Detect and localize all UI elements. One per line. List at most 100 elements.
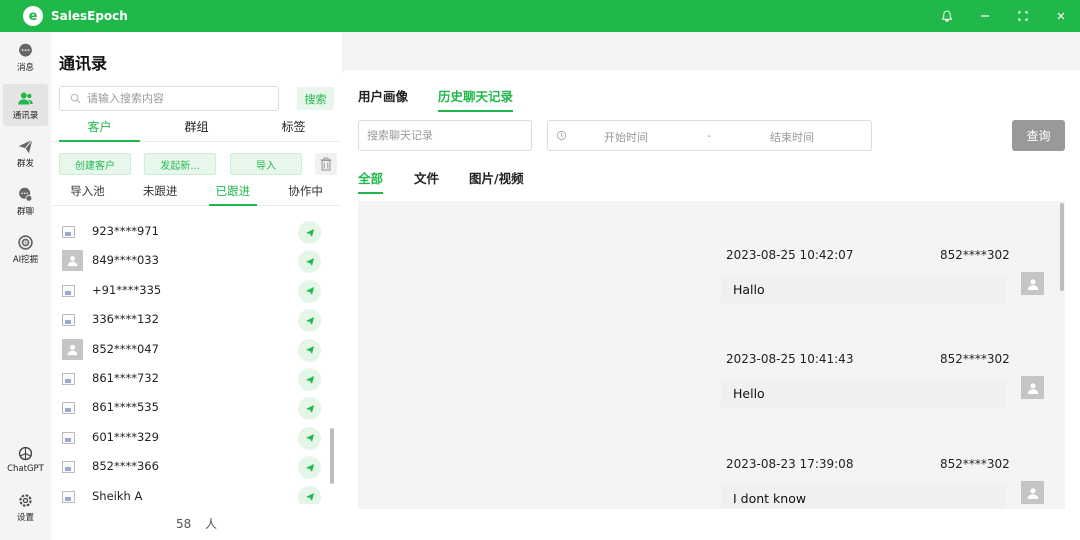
contact-name: 923****971: [92, 224, 159, 238]
nav-item-messages[interactable]: 消息: [3, 36, 48, 78]
contact-search-box[interactable]: [59, 86, 279, 111]
avatar: [62, 338, 83, 360]
clock-icon: [556, 130, 567, 141]
minimize-button[interactable]: [966, 0, 1004, 32]
nav-item-ai-mining[interactable]: AI挖掘: [3, 228, 48, 270]
avatar: [62, 226, 75, 238]
message-time: 2023-08-25 10:41:43: [726, 352, 854, 366]
tab-followed[interactable]: 已跟进: [197, 180, 270, 206]
contact-search-input[interactable]: [87, 92, 267, 105]
chat-history-panel: 用户画像 历史聊天记录 开始时间 - 结束时间 查询 全部 文件 图片/视频 2…: [342, 70, 1080, 540]
send-button[interactable]: [298, 279, 321, 303]
delete-button[interactable]: [315, 153, 337, 175]
send-button[interactable]: [298, 221, 321, 244]
tab-customers[interactable]: 客户: [51, 116, 148, 142]
message-sender: 852****302: [940, 352, 1010, 366]
contact-name: +91****335: [92, 282, 162, 297]
send-button[interactable]: [298, 250, 321, 274]
list-item[interactable]: +91****335: [51, 277, 331, 306]
close-button[interactable]: [1042, 0, 1080, 32]
start-date-input[interactable]: 开始时间: [604, 129, 648, 145]
contact-count: 58 人: [51, 515, 342, 532]
filter-media[interactable]: 图片/视频: [469, 168, 524, 192]
chatgpt-icon: [18, 446, 33, 460]
create-customer-button[interactable]: 创建客户: [59, 153, 131, 175]
end-date-input[interactable]: 结束时间: [770, 129, 814, 145]
avatar: [62, 250, 83, 272]
nav-label: 通讯录: [12, 110, 39, 121]
send-button[interactable]: [298, 456, 321, 480]
date-separator: -: [707, 129, 711, 142]
avatar: [62, 284, 75, 297]
person-icon: [67, 256, 78, 267]
avatar: [62, 373, 75, 385]
nav-label: 设置: [16, 512, 34, 523]
nav-item-group-chat[interactable]: 群聊: [3, 180, 48, 222]
paper-plane-icon: [305, 493, 314, 502]
avatar: [1021, 481, 1044, 504]
bell-icon[interactable]: [928, 0, 966, 32]
messages-scrollbar[interactable]: [1060, 203, 1064, 291]
count-value: 58: [175, 517, 192, 531]
nav-label: 群发: [16, 158, 34, 169]
tab-collaborating[interactable]: 协作中: [269, 180, 342, 205]
paper-plane-icon: [305, 375, 314, 384]
tab-user-profile[interactable]: 用户画像: [358, 86, 408, 110]
list-item[interactable]: 852****366: [51, 453, 331, 482]
gear-icon: [19, 493, 32, 507]
date-range-picker[interactable]: 开始时间 - 结束时间: [547, 120, 872, 151]
send-button[interactable]: [298, 368, 321, 391]
contact-name: 601****329: [92, 429, 159, 444]
person-icon: [67, 344, 78, 355]
nav-label: 消息: [16, 62, 34, 73]
nav-item-chatgpt[interactable]: ChatGPT: [3, 438, 48, 480]
send-button[interactable]: [298, 338, 321, 362]
message-bubble[interactable]: Hello: [721, 380, 1006, 407]
list-item[interactable]: 849****033: [51, 247, 331, 276]
chat-search-input[interactable]: [358, 120, 532, 151]
nav-item-settings[interactable]: 设置: [3, 486, 48, 528]
filter-files[interactable]: 文件: [414, 168, 439, 192]
start-new-button[interactable]: 发起新...: [144, 153, 216, 175]
paper-plane-icon: [305, 346, 314, 355]
tab-chat-history[interactable]: 历史聊天记录: [438, 86, 514, 112]
list-scrollbar[interactable]: [330, 428, 334, 484]
tab-not-followed[interactable]: 未跟进: [124, 180, 197, 205]
app-logo-icon: e: [23, 6, 43, 26]
query-button[interactable]: 查询: [1012, 120, 1065, 151]
send-button[interactable]: [298, 485, 321, 504]
message-time: 2023-08-25 10:42:07: [726, 248, 854, 262]
import-button[interactable]: 导入: [230, 153, 302, 175]
group-chat-icon: [19, 187, 33, 202]
nav-item-broadcast[interactable]: 群发: [3, 132, 48, 174]
search-button[interactable]: 搜索: [297, 87, 334, 110]
paper-plane-icon: [305, 434, 314, 443]
message-time: 2023-08-23 17:39:08: [726, 457, 854, 471]
tab-groups[interactable]: 群组: [148, 116, 245, 141]
contact-name: 849****033: [92, 253, 159, 268]
nav-label: ChatGPT: [7, 463, 44, 474]
list-item[interactable]: 861****732: [51, 365, 331, 394]
person-icon: [1027, 278, 1038, 290]
tab-import-pool[interactable]: 导入池: [51, 180, 124, 205]
list-item[interactable]: 923****971: [51, 218, 331, 247]
list-item[interactable]: 852****047: [51, 336, 331, 365]
person-icon: [1027, 382, 1038, 394]
list-item[interactable]: 601****329: [51, 424, 331, 453]
list-item[interactable]: 861****535: [51, 394, 331, 423]
paper-plane-icon: [305, 287, 314, 296]
paper-plane-icon: [305, 257, 314, 266]
maximize-button[interactable]: [1004, 0, 1042, 32]
avatar: [62, 461, 75, 474]
tab-tags[interactable]: 标签: [245, 116, 342, 141]
list-item[interactable]: Sheikh A: [51, 483, 331, 504]
send-button[interactable]: [298, 426, 321, 450]
list-item[interactable]: 336****132: [51, 306, 331, 335]
filter-all[interactable]: 全部: [358, 168, 384, 194]
nav-item-contacts[interactable]: 通讯录: [3, 84, 48, 126]
send-button[interactable]: [298, 397, 321, 421]
send-button[interactable]: [298, 309, 321, 333]
message-bubble[interactable]: Hallo: [721, 276, 1006, 303]
message-bubble[interactable]: I dont know: [721, 485, 1006, 509]
avatar: [62, 490, 75, 503]
